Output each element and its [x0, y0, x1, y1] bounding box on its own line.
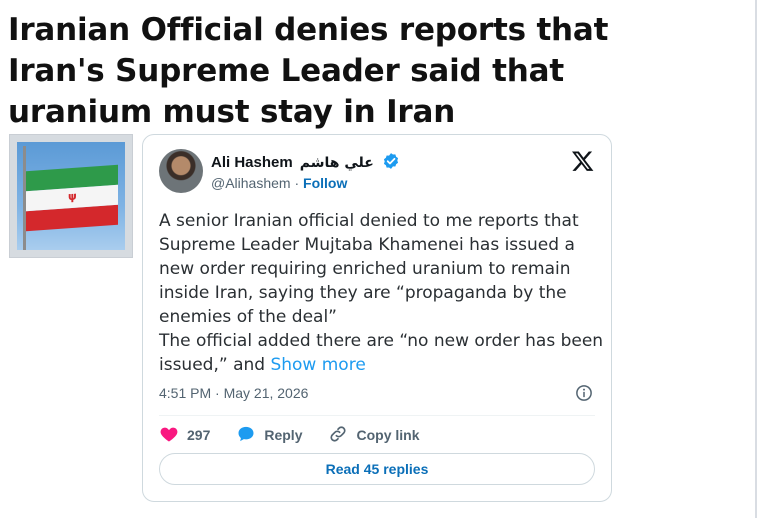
embedded-tweet: Ali Hashem علي هاشم @Alihashem · Follow … — [142, 134, 612, 502]
info-icon[interactable] — [575, 384, 593, 402]
iran-flag-icon: ψ — [17, 142, 125, 250]
tweet-paragraph: The official added there are “no new ord… — [159, 329, 604, 377]
link-icon — [328, 424, 356, 447]
follow-link[interactable]: Follow — [303, 175, 347, 191]
separator-dot: · — [294, 175, 300, 191]
copy-link-label: Copy link — [356, 427, 420, 443]
author-name-row[interactable]: Ali Hashem علي هاشم — [211, 152, 400, 172]
author-name[interactable]: Ali Hashem — [211, 154, 293, 171]
like-button[interactable]: 297 — [159, 424, 210, 447]
show-more-link[interactable]: Show more — [270, 355, 365, 375]
tweet-actions: 297 Reply Copy link — [159, 423, 446, 447]
handle-row: @Alihashem · Follow — [211, 175, 347, 191]
author-name-arabic[interactable]: علي هاشم — [300, 155, 374, 171]
reply-bubble-icon — [236, 424, 264, 447]
read-replies-button[interactable]: Read 45 replies — [159, 453, 595, 485]
tweet-timestamp[interactable]: 4:51 PM · May 21, 2026 — [159, 385, 308, 401]
article-headline: Iranian Official denies reports that Ira… — [8, 12, 609, 130]
article-thumbnail[interactable]: ψ — [9, 134, 133, 258]
reply-label: Reply — [264, 427, 303, 443]
divider — [159, 415, 595, 416]
tweet-paragraph: A senior Iranian official denied to me r… — [159, 211, 579, 327]
heart-icon — [159, 424, 187, 447]
avatar[interactable] — [159, 149, 203, 193]
reply-button[interactable]: Reply — [236, 424, 302, 447]
verified-badge-icon — [382, 152, 400, 174]
flag: ψ — [26, 164, 118, 232]
author-handle[interactable]: @Alihashem — [211, 175, 291, 191]
like-count: 297 — [187, 427, 211, 443]
x-logo-icon[interactable] — [571, 149, 595, 173]
tweet-body: A senior Iranian official denied to me r… — [159, 209, 604, 377]
tweet-paragraph-text: The official added there are “no new ord… — [159, 331, 604, 375]
copy-link-button[interactable]: Copy link — [328, 424, 420, 447]
